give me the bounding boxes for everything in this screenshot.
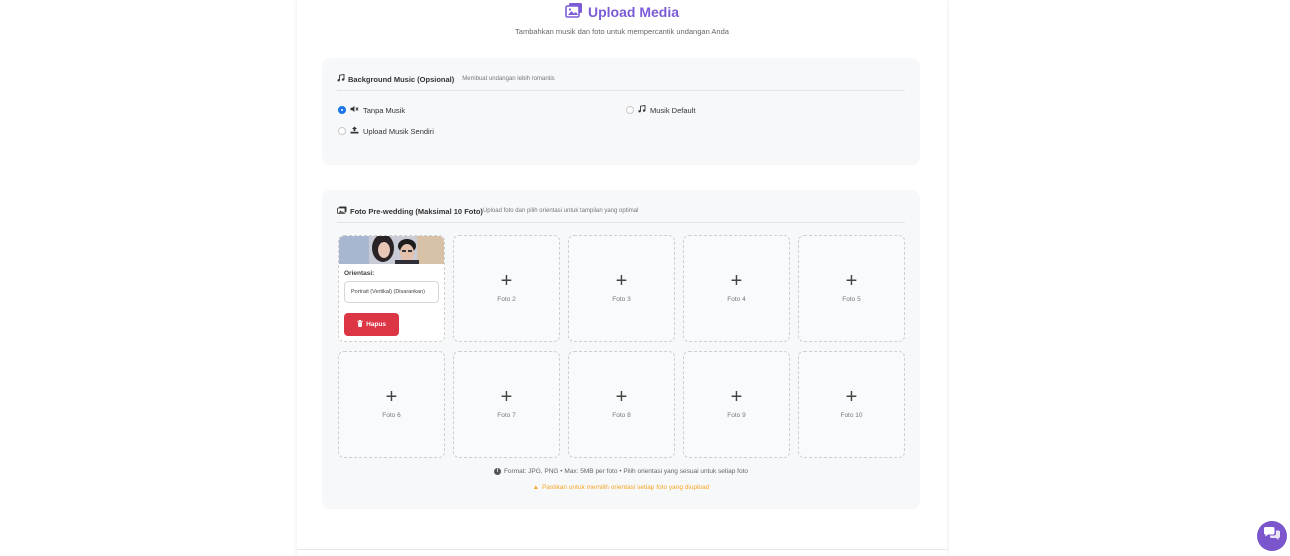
warning-note-text: Pastikan untuk memilih orientasi setiap … — [542, 484, 710, 491]
radio-upload-music[interactable] — [338, 127, 346, 135]
photo-slot-label: Foto 7 — [497, 412, 516, 419]
plus-icon: + — [615, 386, 628, 408]
page-header: Upload Media Tambahkan musik dan foto un… — [297, 2, 947, 36]
plus-icon: + — [500, 270, 513, 292]
photo-slot-label: Foto 3 — [612, 296, 631, 303]
info-note: i Format: JPG, PNG • Max: 5MB per foto • … — [322, 468, 920, 475]
photo-slot-label: Foto 2 — [497, 296, 516, 303]
radio-option-upload-music[interactable]: Upload Musik Sendiri — [338, 126, 434, 136]
radio-default-music[interactable] — [626, 106, 634, 114]
prewedding-photos-card: Foto Pre-wedding (Maksimal 10 Foto) Uplo… — [322, 190, 920, 509]
photo-slot-label: Foto 5 — [842, 296, 861, 303]
music-note-icon — [638, 104, 646, 115]
photos-card-title: Foto Pre-wedding (Maksimal 10 Foto) — [350, 206, 483, 216]
page-subtitle: Tambahkan musik dan foto untuk mempercan… — [515, 27, 729, 36]
photo-slot-2[interactable]: + Foto 2 — [453, 235, 560, 342]
photo-slot-label: Foto 8 — [612, 412, 631, 419]
photo-slot-label: Foto 9 — [727, 412, 746, 419]
photo-thumbnail — [339, 236, 444, 264]
radio-option-no-music[interactable]: Tanpa Musik — [338, 105, 405, 115]
warning-icon: ▲ — [532, 484, 540, 491]
info-icon: i — [493, 468, 501, 475]
delete-photo-button[interactable]: Hapus — [344, 313, 399, 336]
music-card-title: Background Music (Opsional) — [348, 74, 455, 84]
upload-icon — [350, 126, 359, 136]
photo-slot-3[interactable]: + Foto 3 — [568, 235, 675, 342]
photo-slot-10[interactable]: + Foto 10 — [798, 351, 905, 458]
photo-slot-1: Orientasi: Portrait (Vertikal) (Disarank… — [338, 235, 445, 342]
photos-card-header: Foto Pre-wedding (Maksimal 10 Foto) Uplo… — [337, 206, 905, 223]
page-title: Upload Media — [565, 2, 679, 21]
photo-slot-label: Foto 6 — [382, 412, 401, 419]
plus-icon: + — [500, 386, 513, 408]
trash-icon — [357, 320, 363, 329]
chat-bubbles-icon — [1263, 526, 1281, 546]
radio-option-default-music[interactable]: Musik Default — [626, 104, 696, 115]
music-card-header: Background Music (Opsional) Membuat unda… — [337, 73, 905, 91]
orientation-label: Orientasi: — [344, 270, 375, 277]
background-music-card: Background Music (Opsional) Membuat unda… — [322, 58, 920, 165]
radio-label-upload-music: Upload Musik Sendiri — [363, 126, 434, 136]
photos-card-description: Upload foto dan pilih orientasi untuk ta… — [482, 208, 639, 214]
radio-label-default-music: Musik Default — [650, 105, 696, 115]
plus-icon: + — [845, 270, 858, 292]
plus-icon: + — [615, 270, 628, 292]
photo-slot-9[interactable]: + Foto 9 — [683, 351, 790, 458]
radio-label-no-music: Tanpa Musik — [363, 105, 406, 115]
warning-note: ▲ Pastikan untuk memilih orientasi setiap… — [322, 484, 920, 491]
volume-mute-icon — [350, 105, 359, 115]
delete-photo-label: Hapus — [366, 321, 386, 328]
photo-slot-4[interactable]: + Foto 4 — [683, 235, 790, 342]
orientation-select[interactable]: Portrait (Vertikal) (Disarankan) — [344, 281, 439, 303]
photo-slot-5[interactable]: + Foto 5 — [798, 235, 905, 342]
images-icon — [565, 2, 583, 21]
music-card-description: Membuat undangan lebih romantis — [462, 76, 555, 82]
photo-slot-7[interactable]: + Foto 7 — [453, 351, 560, 458]
upload-media-page: Upload Media Tambahkan musik dan foto un… — [297, 0, 947, 556]
photo-slot-label: Foto 4 — [727, 296, 746, 303]
plus-icon: + — [845, 386, 858, 408]
radio-no-music[interactable] — [338, 106, 346, 114]
plus-icon: + — [385, 386, 398, 408]
images-icon — [337, 206, 347, 216]
chat-button[interactable] — [1257, 521, 1287, 551]
photo-slot-label: Foto 10 — [840, 412, 863, 419]
photo-slot-8[interactable]: + Foto 8 — [568, 351, 675, 458]
music-note-icon — [337, 73, 345, 84]
plus-icon: + — [730, 270, 743, 292]
photo-slot-6[interactable]: + Foto 6 — [338, 351, 445, 458]
plus-icon: + — [730, 386, 743, 408]
page-divider — [297, 549, 947, 550]
info-note-text: Format: JPG, PNG • Max: 5MB per foto • P… — [503, 468, 749, 476]
